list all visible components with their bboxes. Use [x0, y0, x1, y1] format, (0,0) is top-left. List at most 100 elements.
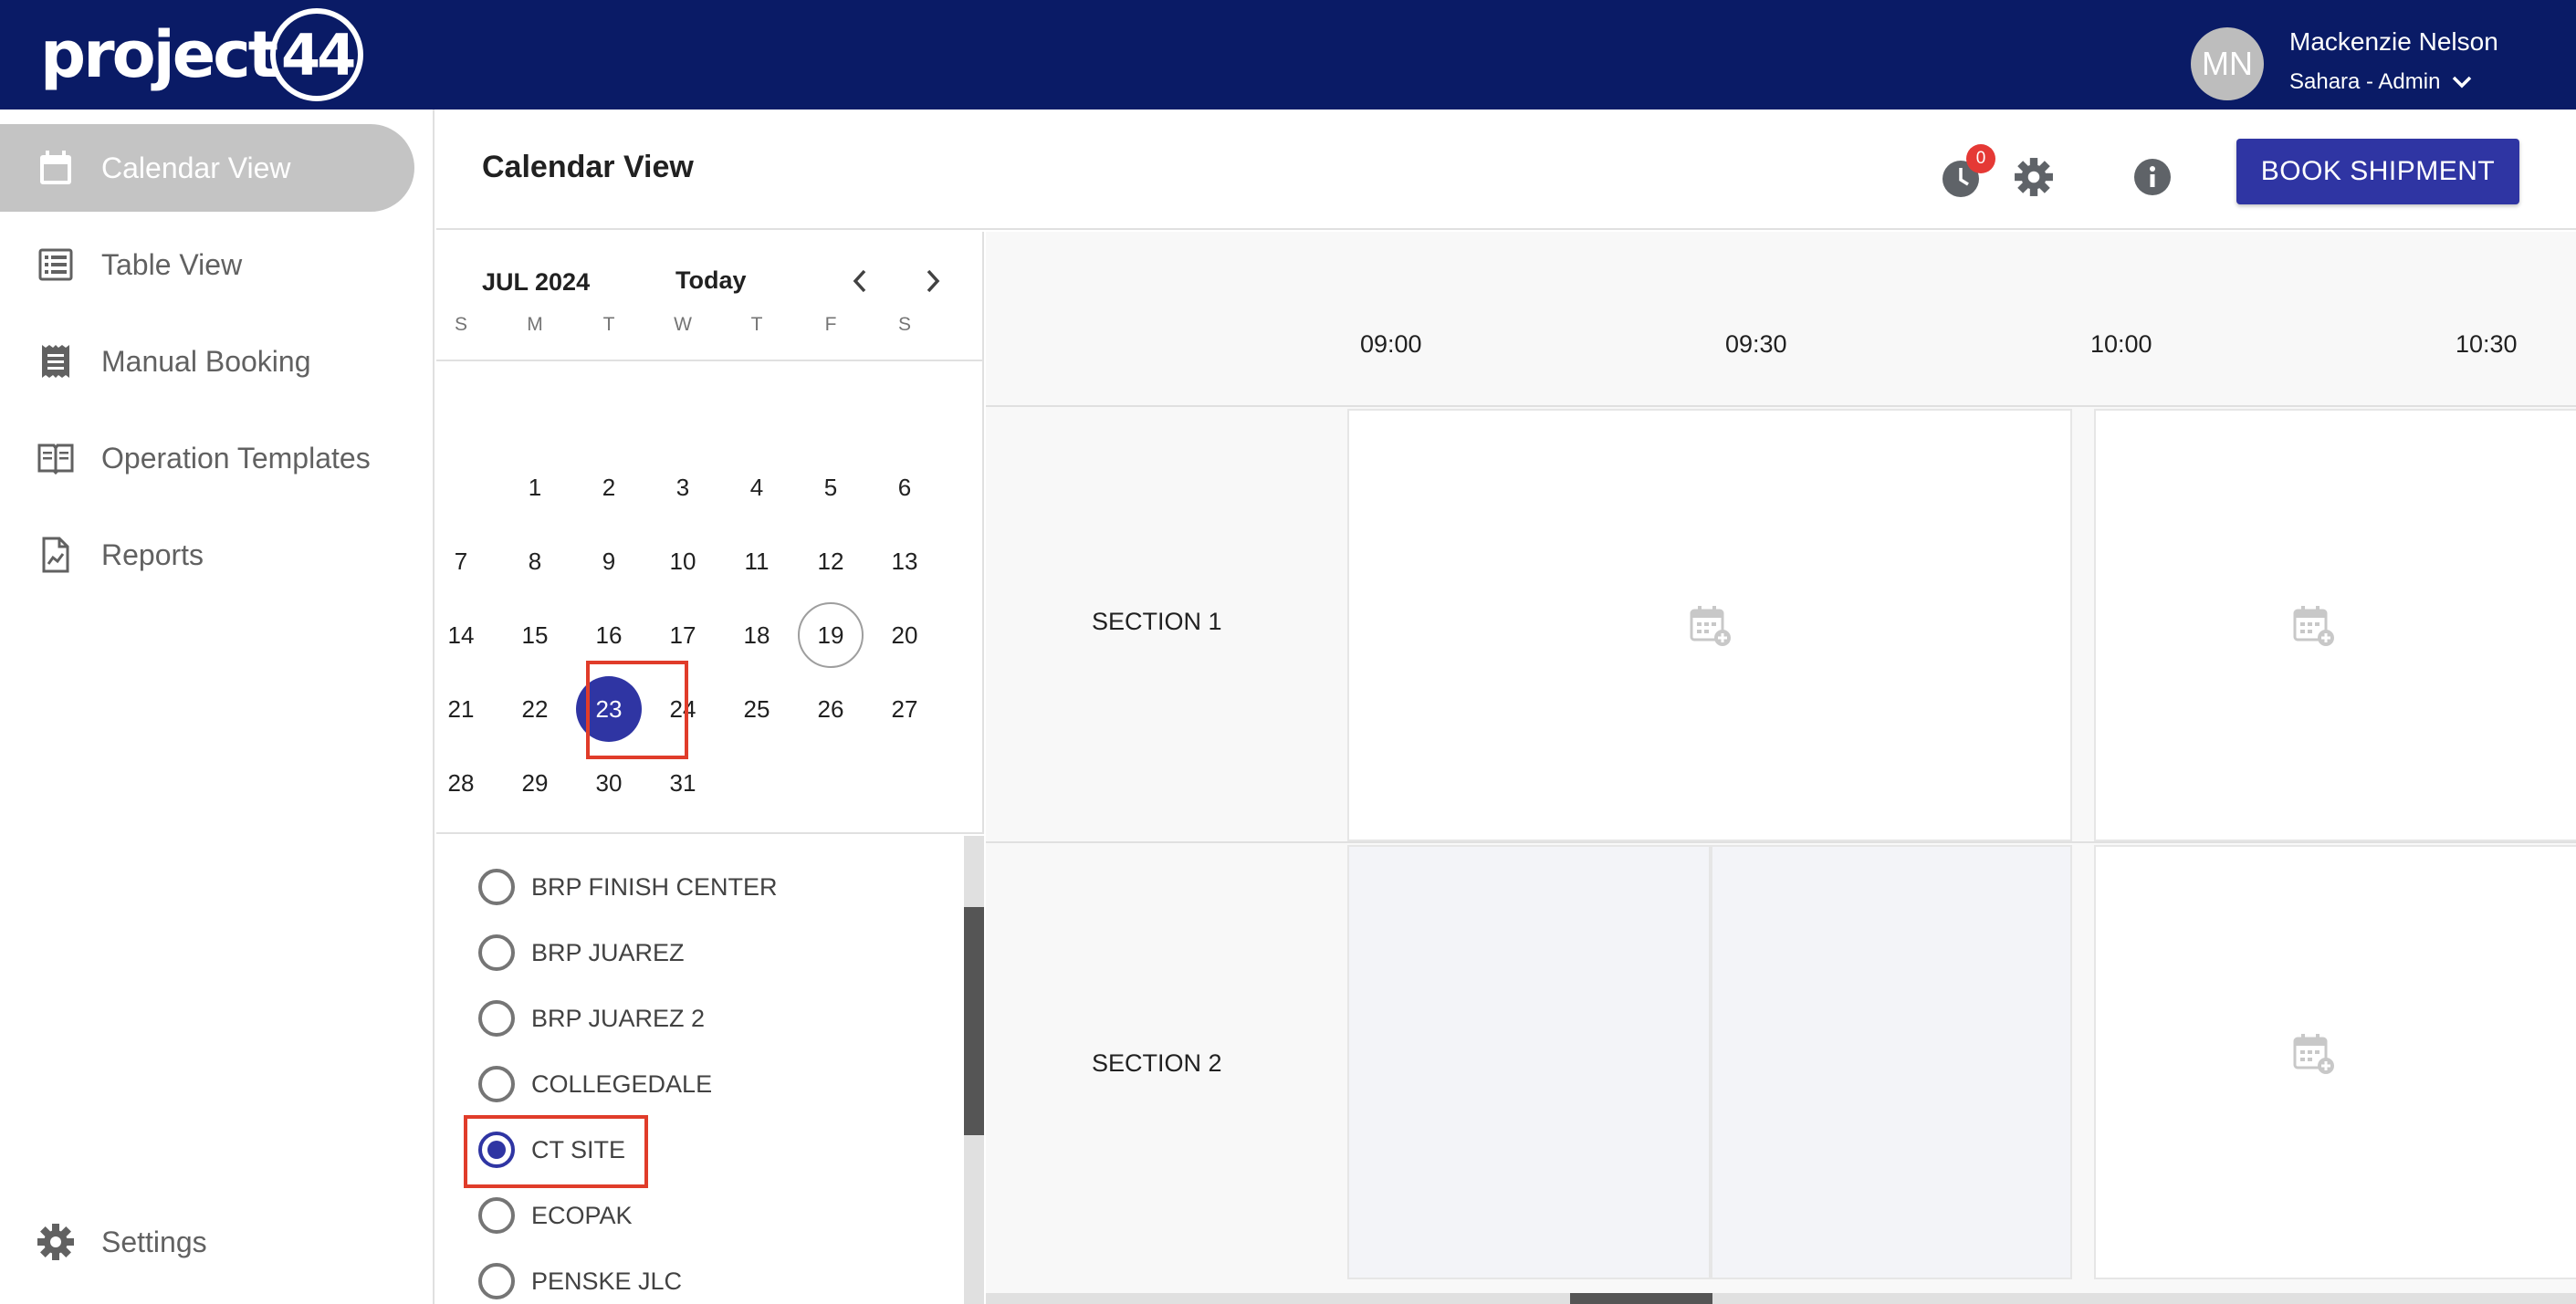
calendar-day-16[interactable]: 16: [576, 602, 642, 668]
timeline-lane-section-1: SECTION 1: [986, 405, 2576, 841]
site-list-scrollbar-thumb[interactable]: [964, 907, 984, 1135]
calendar-add-icon: [2293, 606, 2334, 646]
sidebar: Calendar View Table View Manual Booking …: [0, 110, 435, 1304]
book-shipment-button[interactable]: BOOK SHIPMENT: [2236, 139, 2519, 204]
sidebar-item-operation-templates[interactable]: Operation Templates: [0, 414, 414, 502]
project44-logo[interactable]: project 44: [40, 8, 364, 101]
sidebar-item-table-view[interactable]: Table View: [0, 221, 414, 308]
avatar[interactable]: MN: [2191, 27, 2264, 100]
sidebar-item-settings[interactable]: Settings: [0, 1198, 414, 1286]
site-label: BRP JUAREZ: [531, 938, 685, 966]
lane-label: SECTION 1: [1092, 608, 1222, 635]
calendar-day-6[interactable]: 6: [872, 454, 937, 520]
chevron-down-icon: [2453, 76, 2472, 89]
sidebar-item-label: Settings: [101, 1225, 207, 1258]
weekday-label: M: [527, 314, 543, 335]
lane-label: SECTION 2: [1092, 1049, 1222, 1077]
time-label: 10:30: [2456, 330, 2518, 358]
info-button[interactable]: [2131, 155, 2174, 199]
sidebar-item-manual-booking[interactable]: Manual Booking: [0, 318, 414, 405]
calendar-add-icon: [2293, 1034, 2334, 1074]
calendar-day-29[interactable]: 29: [502, 750, 568, 816]
calendar-day-13[interactable]: 13: [872, 528, 937, 594]
site-radio[interactable]: [478, 934, 515, 971]
calendar-day-1[interactable]: 1: [502, 454, 568, 520]
receipt-icon: [37, 342, 75, 381]
calendar-day-19[interactable]: 19: [798, 602, 864, 668]
weekday-label: T: [602, 314, 615, 335]
list-icon: [37, 245, 75, 284]
notification-badge: 0: [1966, 144, 1995, 173]
calendar-day-3[interactable]: 3: [650, 454, 716, 520]
sidebar-item-label: Calendar View: [101, 151, 291, 184]
logo-badge: 44: [270, 8, 364, 101]
calendar-day-15[interactable]: 15: [502, 602, 568, 668]
calendar-day-22[interactable]: 22: [502, 676, 568, 742]
site-radio[interactable]: [478, 1263, 515, 1299]
weekday-label: S: [897, 314, 911, 335]
weekday-label: S: [454, 314, 467, 335]
calendar-day-25[interactable]: 25: [724, 676, 790, 742]
site-label: PENSKE JLC: [531, 1267, 683, 1295]
calendar-day-9[interactable]: 9: [576, 528, 642, 594]
site-option-ecopak[interactable]: ECOPAK: [478, 1188, 633, 1243]
calendar-day-18[interactable]: 18: [724, 602, 790, 668]
site-radio[interactable]: [478, 869, 515, 905]
site-list: BRP FINISH CENTER BRP JUAREZ BRP JUAREZ 2 C…: [436, 836, 984, 1304]
site-label: COLLEGEDALE: [531, 1069, 713, 1098]
calendar-day-28[interactable]: 28: [428, 750, 494, 816]
calendar-next-button[interactable]: [915, 263, 951, 299]
site-option-brp-juarez[interactable]: BRP JUAREZ: [478, 925, 685, 980]
calendar-day-2[interactable]: 2: [576, 454, 642, 520]
site-option-brp-juarez-2[interactable]: BRP JUAREZ 2: [478, 991, 705, 1046]
calendar-day-30[interactable]: 30: [576, 750, 642, 816]
calendar-day-12[interactable]: 12: [798, 528, 864, 594]
site-option-collegedale[interactable]: COLLEGEDALE: [478, 1057, 712, 1111]
sidebar-item-label: Table View: [101, 247, 243, 281]
time-slot[interactable]: [2094, 409, 2576, 841]
sidebar-item-calendar-view[interactable]: Calendar View: [0, 124, 414, 212]
sidebar-item-label: Reports: [101, 537, 204, 571]
site-option-penske-jlc[interactable]: PENSKE JLC: [478, 1254, 682, 1304]
mini-calendar: JUL 2024 Today SMTWTFS 1 2 3 4 5 6 7 8 9 10 11 12 13…: [436, 232, 984, 834]
page-title: Calendar View: [482, 150, 694, 184]
calendar-day-14[interactable]: 14: [428, 602, 494, 668]
weekday-label: W: [674, 314, 692, 335]
sidebar-item-label: Operation Templates: [101, 441, 371, 475]
site-radio[interactable]: [478, 1197, 515, 1234]
sidebar-item-reports[interactable]: Reports: [0, 511, 414, 599]
time-label: 10:00: [2090, 330, 2152, 358]
site-radio[interactable]: [478, 1000, 515, 1037]
time-slot[interactable]: [1347, 409, 2072, 841]
logo-text: project: [40, 17, 278, 92]
info-icon: [2134, 159, 2171, 195]
calendar-day-10[interactable]: 10: [650, 528, 716, 594]
user-name[interactable]: Mackenzie Nelson: [2289, 27, 2498, 57]
calendar-prev-button[interactable]: [842, 263, 878, 299]
calendar-day-7[interactable]: 7: [428, 528, 494, 594]
calendar-day-11[interactable]: 11: [724, 528, 790, 594]
timeline-scrollbar-track[interactable]: [986, 1293, 2576, 1304]
site-option-brp-finish-center[interactable]: BRP FINISH CENTER: [478, 860, 778, 914]
chevron-left-icon: [853, 269, 866, 293]
calendar-day-4[interactable]: 4: [724, 454, 790, 520]
site-radio[interactable]: [478, 1066, 515, 1102]
time-slot-unavailable: [1711, 845, 2072, 1279]
calendar-day-8[interactable]: 8: [502, 528, 568, 594]
calendar-day-26[interactable]: 26: [798, 676, 864, 742]
timeline-scrollbar-thumb[interactable]: [1570, 1293, 1712, 1304]
calendar-today-button[interactable]: Today: [675, 266, 747, 295]
site-label: ECOPAK: [531, 1201, 633, 1229]
calendar-day-5[interactable]: 5: [798, 454, 864, 520]
timeline: 09:00 09:30 10:00 10:30 SECTION 1 SECTIO…: [986, 232, 2576, 1304]
calendar-day-21[interactable]: 21: [428, 676, 494, 742]
settings-button[interactable]: [2012, 155, 2056, 199]
calendar-day-20[interactable]: 20: [872, 602, 937, 668]
calendar-day-31[interactable]: 31: [650, 750, 716, 816]
user-role-menu[interactable]: Sahara - Admin: [2289, 69, 2473, 95]
selected-site-highlight: [464, 1115, 648, 1188]
calendar-day-27[interactable]: 27: [872, 676, 937, 742]
site-label: BRP FINISH CENTER: [531, 872, 778, 901]
calendar-day-17[interactable]: 17: [650, 602, 716, 668]
time-slot[interactable]: [2094, 845, 2576, 1279]
